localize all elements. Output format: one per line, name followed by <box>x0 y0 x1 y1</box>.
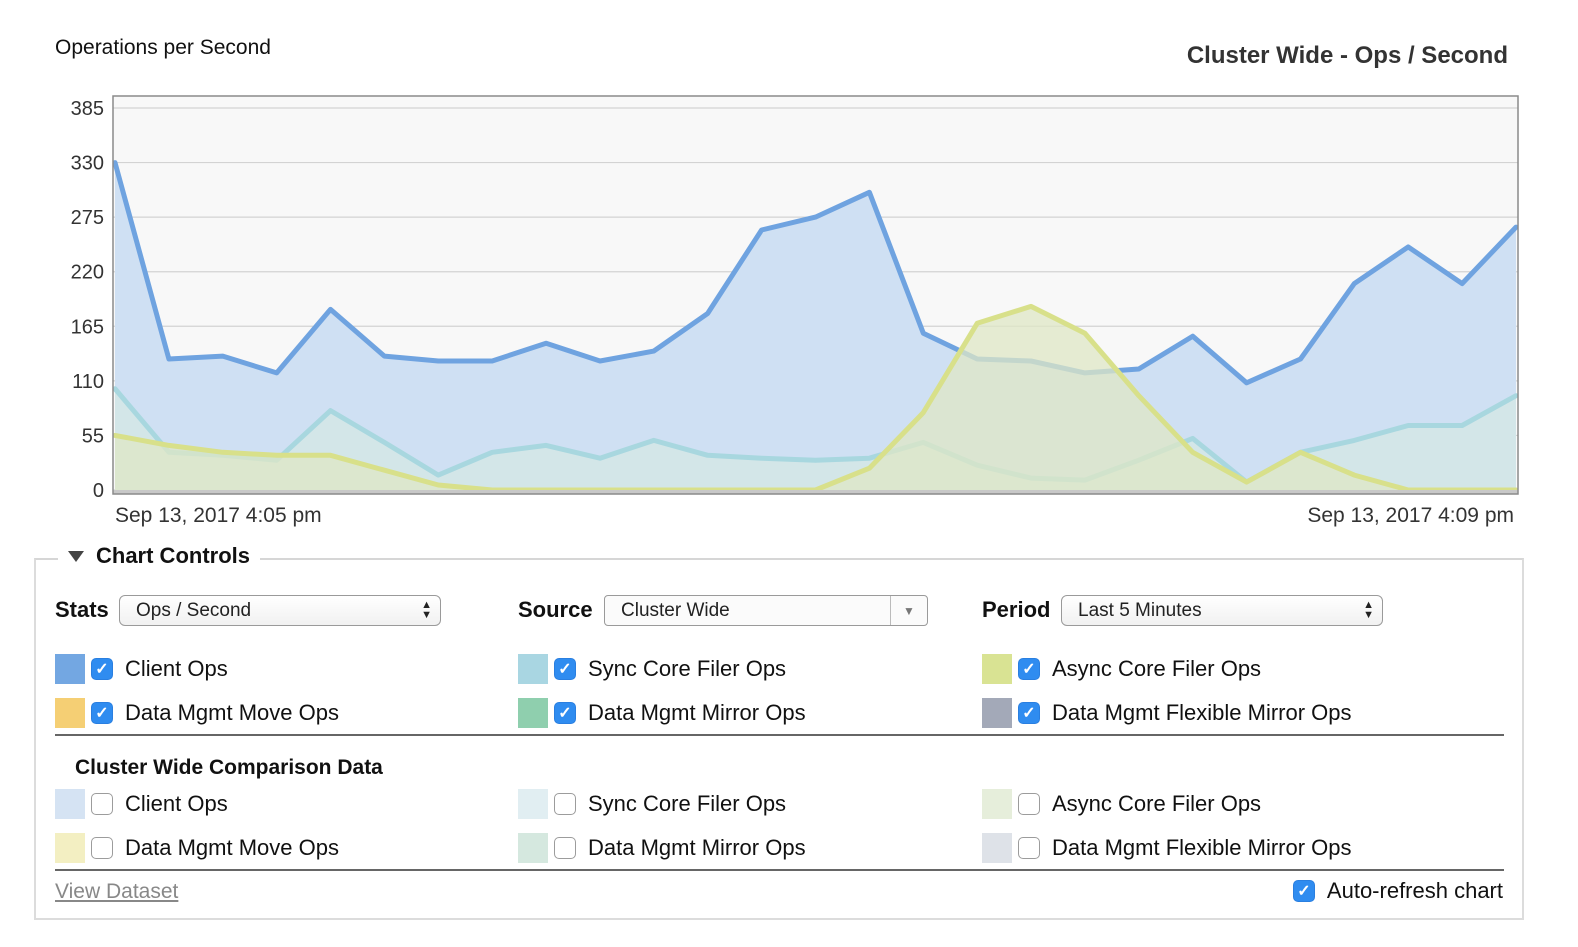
divider <box>55 869 1504 871</box>
series-checkbox[interactable]: ✓ <box>554 658 576 680</box>
series-color-swatch <box>55 833 85 863</box>
series-checkbox[interactable]: ✓ <box>1018 702 1040 724</box>
series-color-swatch <box>982 833 1012 863</box>
comparison-label: Data Mgmt Mirror Ops <box>588 835 806 860</box>
comparison-label: Sync Core Filer Ops <box>588 791 787 816</box>
series-color-swatch <box>518 698 548 728</box>
comparison-toggle-async-core-filer-ops[interactable]: Async Core Filer Ops <box>982 788 1261 820</box>
comparison-checkbox[interactable] <box>91 837 113 859</box>
chart-controls-title: Chart Controls <box>96 543 250 568</box>
y-tick-label: 0 <box>93 480 104 500</box>
x-start-label: Sep 13, 2017 4:05 pm <box>115 504 322 527</box>
comparison-label: Async Core Filer Ops <box>1052 791 1262 816</box>
auto-refresh-toggle[interactable]: ✓ Auto-refresh chart <box>1287 878 1503 904</box>
comparison-label: Data Mgmt Move Ops <box>125 835 339 860</box>
stats-select[interactable]: Ops / Second ▲ ▼ <box>119 595 441 626</box>
y-tick-label: 165 <box>71 316 104 338</box>
period-label: Period <box>982 597 1051 622</box>
series-label: Async Core Filer Ops <box>1052 656 1262 681</box>
series-label: Data Mgmt Flexible Mirror Ops <box>1052 700 1352 725</box>
source-select-value: Cluster Wide <box>621 600 730 621</box>
comparison-checkbox[interactable] <box>554 793 576 815</box>
series-color-swatch <box>982 698 1012 728</box>
y-tick-label: 110 <box>72 371 104 393</box>
series-color-swatch <box>518 833 548 863</box>
comparison-toggle-data-mgmt-move-ops[interactable]: Data Mgmt Move Ops <box>55 832 339 864</box>
period-select[interactable]: Last 5 Minutes ▲ ▼ <box>1061 595 1383 626</box>
auto-refresh-checkbox[interactable]: ✓ <box>1292 880 1315 902</box>
series-label: Sync Core Filer Ops <box>588 656 787 681</box>
view-dataset-link[interactable]: View Dataset <box>55 880 178 904</box>
series-checkbox[interactable]: ✓ <box>91 702 113 724</box>
comparison-toggle-data-mgmt-mirror-ops[interactable]: Data Mgmt Mirror Ops <box>518 832 806 864</box>
y-tick-label: 275 <box>71 207 104 229</box>
series-color-swatch <box>55 654 85 684</box>
series-toggle-async-core-filer-ops[interactable]: ✓ Async Core Filer Ops <box>982 653 1261 685</box>
series-color-swatch <box>982 654 1012 684</box>
series-toggle-sync-core-filer-ops[interactable]: ✓ Sync Core Filer Ops <box>518 653 786 685</box>
series-label: Data Mgmt Move Ops <box>125 700 339 725</box>
ops-chart: 385 330 275 220 165 110 55 0 <box>71 95 1519 500</box>
series-color-swatch <box>982 789 1012 819</box>
comparison-toggle-client-ops[interactable]: Client Ops <box>55 788 228 820</box>
collapse-triangle-icon <box>68 550 84 562</box>
updown-arrows-icon: ▲ ▼ <box>421 599 432 621</box>
dropdown-arrow-icon[interactable]: ▼ <box>890 596 927 625</box>
series-label: Data Mgmt Mirror Ops <box>588 700 806 725</box>
series-label: Client Ops <box>125 656 228 681</box>
series-toggle-data-mgmt-mirror-ops[interactable]: ✓ Data Mgmt Mirror Ops <box>518 697 806 729</box>
y-tick-label: 220 <box>71 262 104 284</box>
series-color-swatch <box>518 789 548 819</box>
series-toggle-data-mgmt-move-ops[interactable]: ✓ Data Mgmt Move Ops <box>55 697 339 729</box>
comparison-checkbox[interactable] <box>1018 837 1040 859</box>
x-end-label: Sep 13, 2017 4:09 pm <box>1307 504 1514 527</box>
y-tick-label: 55 <box>82 425 104 447</box>
series-color-swatch <box>55 789 85 819</box>
y-tick-label: 330 <box>71 153 104 175</box>
stats-select-value: Ops / Second <box>136 600 252 621</box>
comparison-title: Cluster Wide Comparison Data <box>75 756 383 779</box>
series-color-swatch <box>55 698 85 728</box>
series-toggle-client-ops[interactable]: ✓ Client Ops <box>55 653 228 685</box>
source-select[interactable]: Cluster Wide ▼ <box>604 595 928 626</box>
series-checkbox[interactable]: ✓ <box>1018 658 1040 680</box>
divider <box>55 734 1504 736</box>
comparison-label: Client Ops <box>125 791 228 816</box>
period-select-value: Last 5 Minutes <box>1078 600 1202 621</box>
series-checkbox[interactable]: ✓ <box>91 658 113 680</box>
comparison-checkbox[interactable] <box>1018 793 1040 815</box>
auto-refresh-label: Auto-refresh chart <box>1326 878 1503 903</box>
series-checkbox[interactable]: ✓ <box>554 702 576 724</box>
stats-label: Stats <box>55 597 109 622</box>
comparison-checkbox[interactable] <box>91 793 113 815</box>
y-tick-label: 385 <box>71 98 104 120</box>
series-toggle-data-mgmt-flexible-mirror-ops[interactable]: ✓ Data Mgmt Flexible Mirror Ops <box>982 697 1352 729</box>
comparison-toggle-data-mgmt-flexible-mirror-ops[interactable]: Data Mgmt Flexible Mirror Ops <box>982 832 1352 864</box>
comparison-checkbox[interactable] <box>554 837 576 859</box>
series-color-swatch <box>518 654 548 684</box>
chart-controls-toggle[interactable]: Chart Controls <box>58 543 260 569</box>
source-label: Source <box>518 597 593 622</box>
comparison-label: Data Mgmt Flexible Mirror Ops <box>1052 835 1352 860</box>
comparison-toggle-sync-core-filer-ops[interactable]: Sync Core Filer Ops <box>518 788 786 820</box>
updown-arrows-icon: ▲ ▼ <box>1363 599 1374 621</box>
